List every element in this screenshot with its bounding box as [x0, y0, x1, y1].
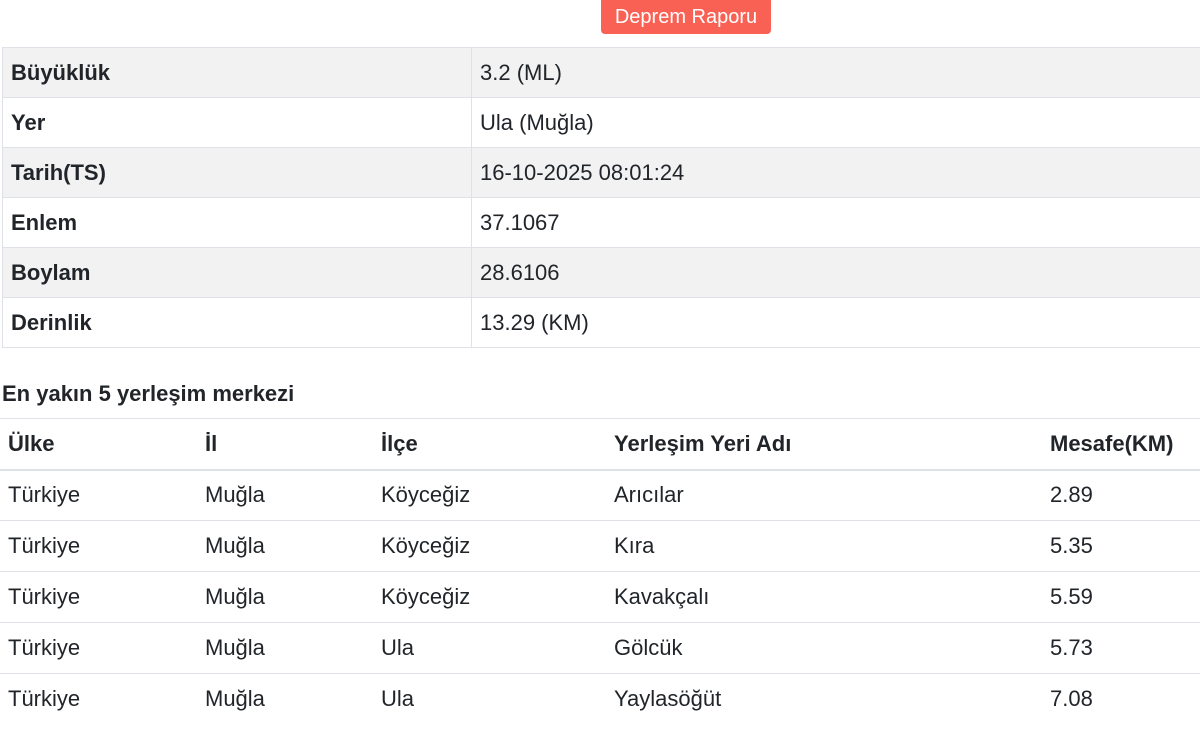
detail-label: Enlem	[2, 197, 472, 248]
detail-label: Boylam	[2, 247, 472, 298]
cell-settlement: Gölcük	[606, 622, 1042, 674]
detail-value: 16-10-2025 08:01:24	[471, 147, 1200, 198]
cell-country: Türkiye	[0, 469, 197, 521]
detail-value: 3.2 (ML)	[471, 47, 1200, 98]
cell-province: Muğla	[197, 469, 373, 521]
detail-label: Yer	[2, 97, 472, 148]
detail-value: 13.29 (KM)	[471, 297, 1200, 348]
cell-distance: 2.89	[1042, 469, 1200, 521]
cell-country: Türkiye	[0, 673, 197, 725]
cell-distance: 5.73	[1042, 622, 1200, 674]
cell-settlement: Kıra	[606, 520, 1042, 572]
cell-distance: 5.35	[1042, 520, 1200, 572]
detail-row-latitude: Enlem 37.1067	[2, 197, 1200, 248]
earthquake-details-table: Büyüklük 3.2 (ML) Yer Ula (Muğla) Tarih(…	[2, 47, 1200, 348]
table-row: Türkiye Muğla Köyceğiz Arıcılar 2.89	[0, 469, 1200, 521]
cell-district: Köyceğiz	[373, 469, 606, 521]
earthquake-detail-page: Deprem Raporu Büyüklük 3.2 (ML) Yer Ula …	[0, 0, 1200, 743]
nearest-settlements-table: Ülke İl İlçe Yerleşim Yeri Adı Mesafe(KM…	[0, 418, 1200, 725]
cell-district: Ula	[373, 673, 606, 725]
cell-country: Türkiye	[0, 520, 197, 572]
column-header-distance: Mesafe(KM)	[1042, 418, 1200, 471]
detail-value: Ula (Muğla)	[471, 97, 1200, 148]
detail-label: Tarih(TS)	[2, 147, 472, 198]
column-header-settlement: Yerleşim Yeri Adı	[606, 418, 1042, 471]
table-row: Türkiye Muğla Ula Gölcük 5.73	[0, 622, 1200, 674]
detail-row-depth: Derinlik 13.29 (KM)	[2, 297, 1200, 348]
detail-row-location: Yer Ula (Muğla)	[2, 97, 1200, 148]
table-row: Türkiye Muğla Köyceğiz Kavakçalı 5.59	[0, 571, 1200, 623]
cell-settlement: Kavakçalı	[606, 571, 1042, 623]
table-row: Türkiye Muğla Ula Yaylasöğüt 7.08	[0, 673, 1200, 725]
cell-country: Türkiye	[0, 622, 197, 674]
column-header-country: Ülke	[0, 418, 197, 471]
detail-value: 28.6106	[471, 247, 1200, 298]
cell-country: Türkiye	[0, 571, 197, 623]
column-header-province: İl	[197, 418, 373, 471]
detail-row-magnitude: Büyüklük 3.2 (ML)	[2, 47, 1200, 98]
cell-province: Muğla	[197, 520, 373, 572]
column-header-district: İlçe	[373, 418, 606, 471]
nearest-settlements-title: En yakın 5 yerleşim merkezi	[2, 381, 295, 406]
cell-province: Muğla	[197, 622, 373, 674]
earthquake-report-button[interactable]: Deprem Raporu	[601, 0, 771, 34]
cell-district: Köyceğiz	[373, 571, 606, 623]
cell-settlement: Yaylasöğüt	[606, 673, 1042, 725]
detail-value: 37.1067	[471, 197, 1200, 248]
detail-row-longitude: Boylam 28.6106	[2, 247, 1200, 298]
cell-distance: 5.59	[1042, 571, 1200, 623]
cell-district: Köyceğiz	[373, 520, 606, 572]
cell-province: Muğla	[197, 571, 373, 623]
cell-province: Muğla	[197, 673, 373, 725]
table-row: Türkiye Muğla Köyceğiz Kıra 5.35	[0, 520, 1200, 572]
table-header-row: Ülke İl İlçe Yerleşim Yeri Adı Mesafe(KM…	[0, 418, 1200, 471]
detail-row-date: Tarih(TS) 16-10-2025 08:01:24	[2, 147, 1200, 198]
cell-district: Ula	[373, 622, 606, 674]
detail-label: Derinlik	[2, 297, 472, 348]
detail-label: Büyüklük	[2, 47, 472, 98]
cell-settlement: Arıcılar	[606, 469, 1042, 521]
cell-distance: 7.08	[1042, 673, 1200, 725]
